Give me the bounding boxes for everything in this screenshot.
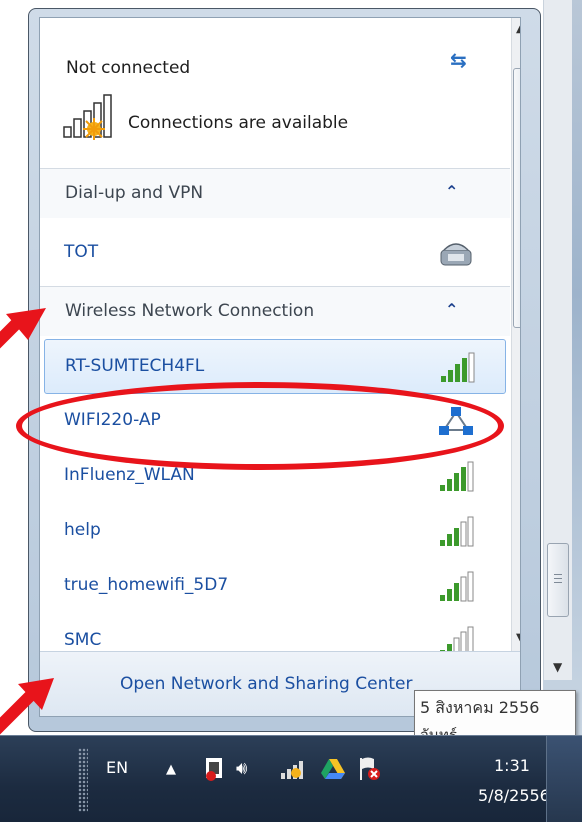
- network-name: InFluenz_WLAN: [64, 465, 195, 485]
- tooltip-date: 5 สิงหาคม 2556: [420, 698, 540, 717]
- open-network-sharing-center-link[interactable]: Open Network and Sharing Center: [120, 674, 412, 694]
- scroll-up-arrow-icon[interactable]: ▲: [516, 24, 520, 35]
- action-center-flag-icon[interactable]: [358, 756, 382, 782]
- show-desktop-button[interactable]: [546, 736, 582, 822]
- section-dialup-vpn[interactable]: Dial-up and VPN ⌃: [40, 168, 510, 218]
- scroll-down-arrow-icon[interactable]: ▼: [553, 660, 562, 674]
- wifi-signal-icon: [441, 352, 475, 383]
- refresh-icon[interactable]: ⇆: [450, 48, 467, 72]
- wifi-signal-icon: [440, 461, 474, 492]
- clock-time[interactable]: 1:31: [494, 756, 530, 775]
- network-list-scrollbar[interactable]: ▲ ▼: [511, 18, 520, 651]
- connection-status-header: Not connected ⇆ Connections are availabl…: [40, 18, 510, 168]
- wifi-signal-icon: [440, 516, 474, 547]
- network-flyout: Not connected ⇆ Connections are availabl…: [28, 8, 541, 732]
- section-wireless[interactable]: Wireless Network Connection ⌃: [40, 286, 510, 336]
- annotation-arrow-icon: [0, 678, 54, 735]
- network-item[interactable]: help: [40, 504, 510, 559]
- network-list-panel: Not connected ⇆ Connections are availabl…: [39, 17, 521, 717]
- taskbar-grip[interactable]: [78, 748, 88, 812]
- google-drive-icon[interactable]: [320, 758, 346, 780]
- language-indicator[interactable]: EN: [106, 758, 128, 777]
- section-label: Wireless Network Connection: [65, 301, 315, 321]
- connection-status: Not connected: [66, 58, 191, 78]
- availability-text: Connections are available: [128, 113, 349, 133]
- taskbar: EN ▲ 🔊︎ 1:31 5/8/2556: [0, 735, 582, 822]
- network-item[interactable]: true_homewifi_5D7: [40, 559, 510, 614]
- highlight-ellipse: [16, 382, 504, 470]
- background-window: [0, 0, 30, 735]
- clock-date[interactable]: 5/8/2556: [478, 786, 550, 805]
- power-plug-icon[interactable]: [203, 756, 225, 782]
- chevron-up-icon[interactable]: ⌃: [445, 300, 458, 319]
- section-label: Dial-up and VPN: [65, 183, 204, 203]
- scroll-down-arrow-icon[interactable]: ▼: [516, 632, 520, 643]
- scrollbar-thumb[interactable]: [513, 68, 520, 328]
- connection-name: TOT: [64, 242, 99, 262]
- background-scrollbar-thumb[interactable]: [547, 543, 569, 617]
- dialup-item-tot[interactable]: TOT: [40, 226, 510, 281]
- wifi-signal-icon: [440, 571, 474, 602]
- network-available-icon: [63, 94, 112, 140]
- network-tray-icon[interactable]: [280, 758, 304, 780]
- modem-phone-icon: [440, 243, 472, 266]
- chevron-up-icon[interactable]: ⌃: [445, 182, 458, 201]
- network-name: SMC: [64, 630, 102, 650]
- annotation-arrow-icon: [0, 308, 46, 349]
- network-name: RT-SUMTECH4FL: [65, 356, 205, 376]
- network-name: true_homewifi_5D7: [64, 575, 229, 595]
- network-name: help: [64, 520, 101, 540]
- volume-icon[interactable]: 🔊︎: [236, 758, 247, 779]
- show-hidden-icons-icon[interactable]: ▲: [166, 762, 176, 777]
